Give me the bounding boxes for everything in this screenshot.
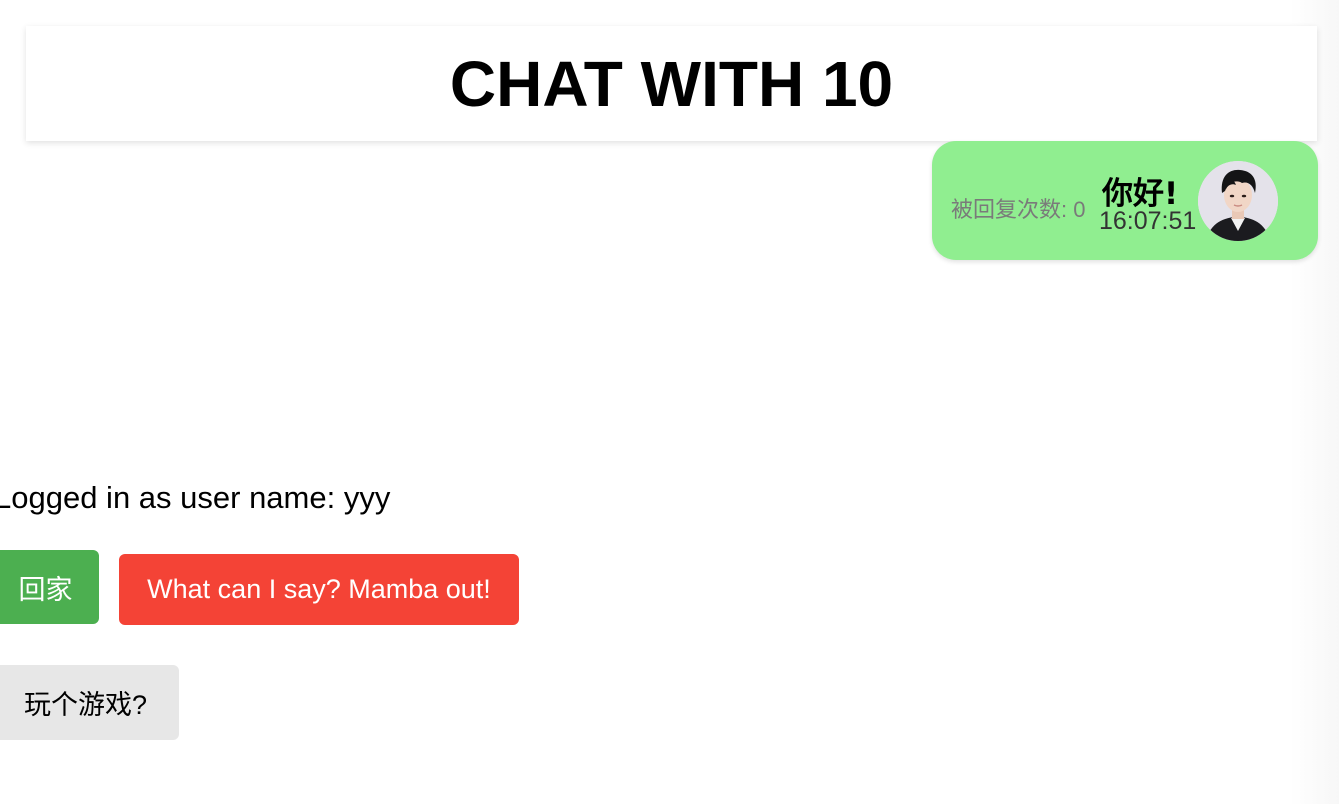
page: CHAT WITH 10 被回复次数: 0 你好! 16:07:51 Logge… bbox=[0, 0, 1339, 804]
chat-message-bubble: 被回复次数: 0 你好! 16:07:51 bbox=[932, 141, 1318, 260]
user-avatar-icon bbox=[1198, 161, 1278, 241]
header-bar: CHAT WITH 10 bbox=[26, 26, 1317, 141]
message-timestamp: 16:07:51 bbox=[1099, 207, 1197, 235]
home-button[interactable]: 回家 bbox=[0, 550, 99, 624]
avatar bbox=[1198, 161, 1278, 241]
mamba-out-button[interactable]: What can I say? Mamba out! bbox=[119, 554, 519, 625]
login-status: Logged in as user name: yyy bbox=[0, 480, 391, 515]
play-game-button[interactable]: 玩个游戏? bbox=[0, 665, 179, 740]
page-title: CHAT WITH 10 bbox=[449, 47, 894, 120]
reply-count: 被回复次数: 0 bbox=[951, 197, 1086, 222]
